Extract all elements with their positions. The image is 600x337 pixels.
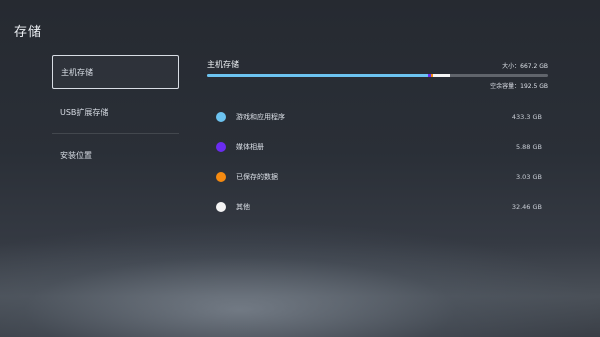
storage-free-space: 空余容量：192.5 GB: [490, 83, 548, 90]
category-games-apps[interactable]: 游戏和应用程序 433.3 GB: [207, 102, 548, 132]
sidebar-item-console-storage[interactable]: 主机存储: [52, 55, 179, 89]
category-other[interactable]: 其他 32.46 GB: [207, 192, 548, 222]
sidebar-item-label: 主机存储: [61, 67, 93, 77]
category-size: 3.03 GB: [515, 173, 542, 181]
sidebar-item-install-location[interactable]: 安装位置: [52, 138, 179, 172]
category-size: 32.46 GB: [511, 203, 542, 211]
storage-panel: 主机存储 大小：667.2 GB 空余容量：192.5 GB 游戏和应用程序 4…: [207, 56, 548, 222]
category-label: 媒体相册: [236, 143, 264, 151]
storage-usage-bar: [207, 74, 548, 77]
usage-bar-segment: [432, 74, 450, 77]
sidebar-item-label: 安装位置: [60, 150, 92, 160]
storage-total-size: 大小：667.2 GB: [502, 63, 548, 70]
other-color-dot-icon: [216, 202, 226, 212]
category-label: 游戏和应用程序: [236, 113, 285, 121]
category-media-gallery[interactable]: 媒体相册 5.88 GB: [207, 132, 548, 162]
storage-category-list: 游戏和应用程序 433.3 GB 媒体相册 5.88 GB 已保存的数据 3.0…: [207, 102, 548, 222]
games-color-dot-icon: [216, 112, 226, 122]
media-color-dot-icon: [216, 142, 226, 152]
storage-header: 主机存储 大小：667.2 GB: [207, 56, 548, 70]
category-size: 433.3 GB: [511, 113, 542, 121]
category-label: 其他: [236, 203, 250, 211]
category-size: 5.88 GB: [515, 143, 542, 151]
sidebar: 主机存储 USB扩展存储 安装位置: [52, 55, 179, 172]
usage-bar-segment: [207, 74, 429, 77]
sidebar-item-label: USB扩展存储: [60, 107, 109, 117]
sidebar-divider: [52, 133, 179, 134]
page-title: 存储: [14, 25, 43, 40]
saved-data-color-dot-icon: [216, 172, 226, 182]
category-label: 已保存的数据: [236, 173, 278, 181]
storage-title: 主机存储: [207, 60, 239, 69]
sidebar-item-usb-storage[interactable]: USB扩展存储: [52, 95, 179, 129]
category-saved-data[interactable]: 已保存的数据 3.03 GB: [207, 162, 548, 192]
